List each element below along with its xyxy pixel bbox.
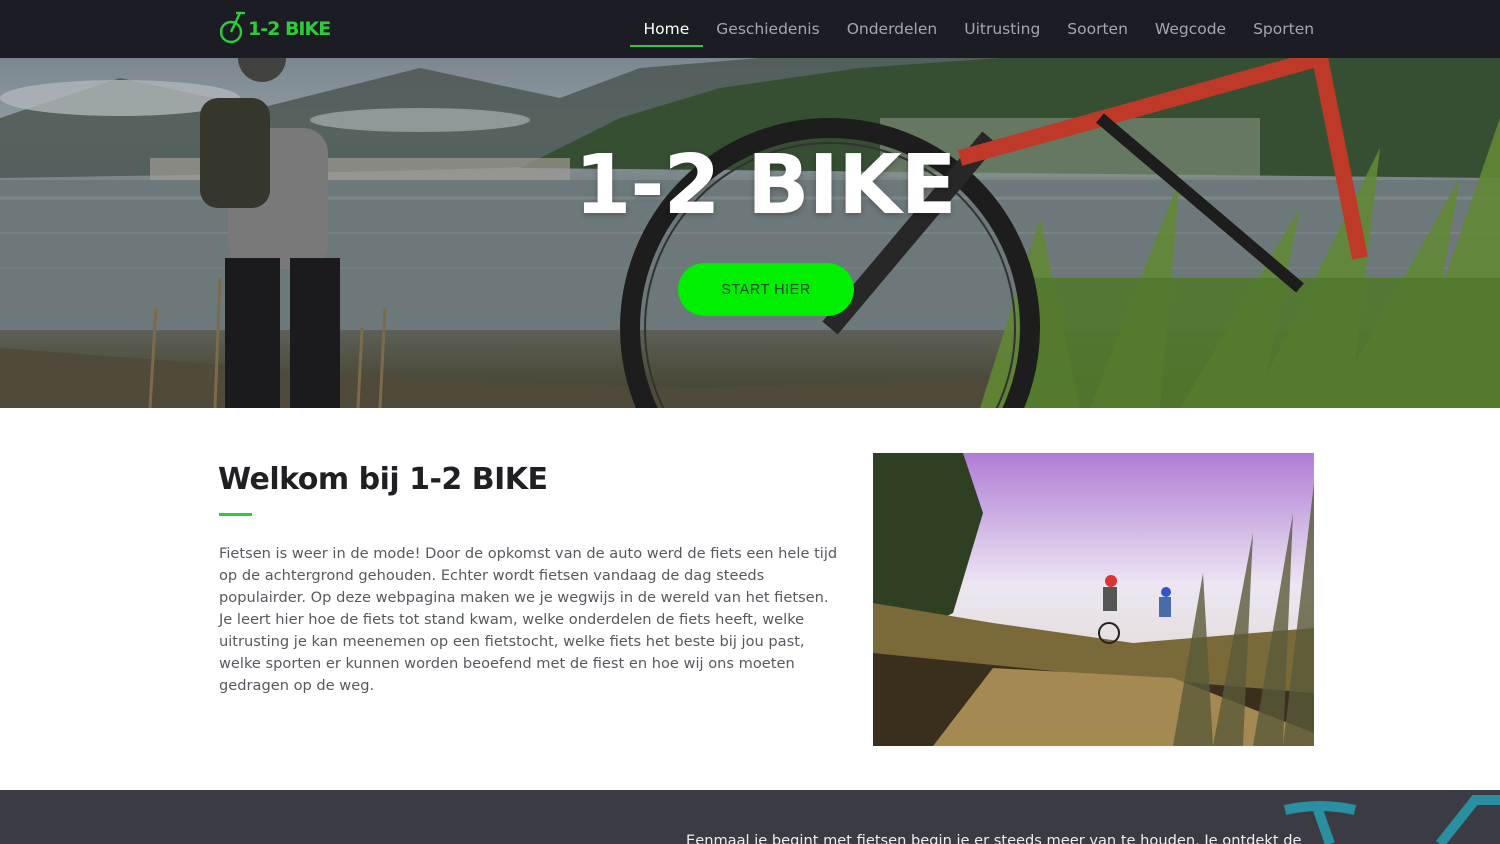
hero-banner: 1-2 BIKE START HIER bbox=[0, 58, 1500, 408]
nav-item-sporten[interactable]: Sporten bbox=[1240, 0, 1328, 58]
brand-logo[interactable]: 1-2 BIKE bbox=[219, 10, 331, 48]
brand-logo-text: 1-2 BIKE bbox=[248, 18, 331, 40]
top-navbar: 1-2 BIKE Home Geschiedenis Onderdelen Ui… bbox=[0, 0, 1500, 58]
main-nav: Home Geschiedenis Onderdelen Uitrusting … bbox=[630, 0, 1328, 58]
nav-item-home[interactable]: Home bbox=[630, 0, 703, 58]
band-paragraph: Eenmaal je begint met fietsen begin je e… bbox=[686, 832, 1302, 844]
bicycle-icon bbox=[219, 10, 246, 48]
hero-title: 1-2 BIKE bbox=[574, 138, 956, 233]
start-here-button[interactable]: START HIER bbox=[678, 263, 854, 316]
welcome-title: Welkom bij 1-2 BIKE bbox=[218, 462, 548, 497]
nav-item-onderdelen[interactable]: Onderdelen bbox=[833, 0, 951, 58]
nav-item-wegcode[interactable]: Wegcode bbox=[1141, 0, 1239, 58]
nav-item-uitrusting[interactable]: Uitrusting bbox=[951, 0, 1054, 58]
intro-band: Eenmaal je begint met fietsen begin je e… bbox=[0, 790, 1500, 844]
hero-overlay bbox=[0, 58, 1500, 408]
cyclists-photo bbox=[873, 453, 1314, 746]
title-underline bbox=[219, 513, 252, 516]
welcome-paragraph: Fietsen is weer in de mode! Door de opko… bbox=[219, 545, 838, 694]
nav-item-geschiedenis[interactable]: Geschiedenis bbox=[703, 0, 833, 58]
nav-item-soorten[interactable]: Soorten bbox=[1054, 0, 1142, 58]
